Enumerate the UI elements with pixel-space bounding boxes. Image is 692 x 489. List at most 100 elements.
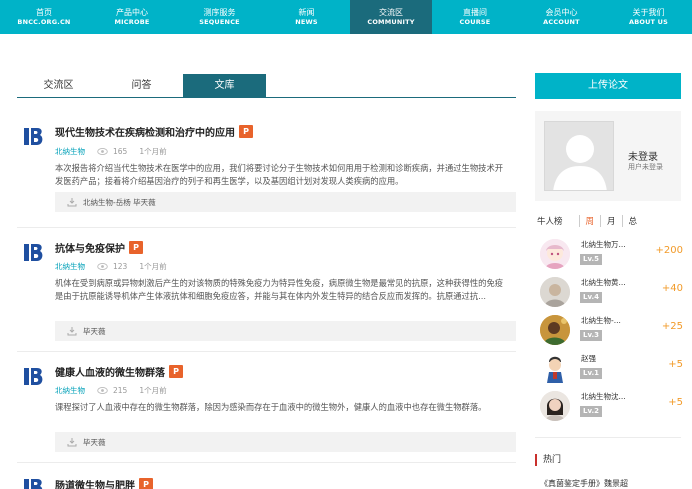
article-title-row: 健康人血液的微生物群落 P [55,364,183,379]
article-meta: 北纳生物 165 1个月前 [55,146,167,157]
ppt-file-icon: P [239,125,253,138]
article-meta: 北纳生物 123 1个月前 [55,261,167,272]
article-time: 1个月前 [139,386,167,395]
nav-item-sequence[interactable]: 测序服务 SEQUENCE [176,0,263,34]
avatar[interactable] [544,121,614,191]
ranking-user-name[interactable]: 北纳生物万... [581,239,626,250]
avatar[interactable] [540,315,570,345]
tab-library[interactable]: 文库 [183,74,266,97]
nav-item-home[interactable]: 首页 BNCC.ORG.CN [0,0,88,34]
nav-item-label: 产品中心 [116,7,148,17]
avatar[interactable] [540,239,570,269]
article-item[interactable]: 肠道微生物与肥胖 P [17,463,516,489]
ranking-row[interactable]: 北纳生物黄... Lv.4 +40 [540,275,683,315]
article-description: 本次报告将介绍当代生物技术在医学中的应用，我们将要讨论分子生物技术如何用用于检测… [55,163,504,186]
article-item[interactable]: 抗体与免疫保护 P 北纳生物 123 1个月前 机体在受到病原或异物刺激后产生的… [17,228,516,352]
tab-community[interactable]: 交流区 [17,74,100,97]
period-total-tab[interactable]: 总 [621,215,644,227]
ppt-file-icon: P [129,241,143,254]
article-title[interactable]: 现代生物技术在疾病检测和治疗中的应用 [55,124,235,139]
article-authors: 毕天薇 [83,437,106,447]
login-status[interactable]: 未登录 [628,148,658,163]
ranking-row[interactable]: 北纳生物-... Lv.3 +25 [540,313,683,353]
ppt-file-icon: P [139,478,153,489]
photo-avatar-icon [540,391,570,421]
article-category[interactable]: 北纳生物 [55,261,85,272]
nav-item-sublabel: ACCOUNT [543,17,580,26]
hot-item-link[interactable]: 《真菌鉴定手册》魏景超 [540,478,628,489]
level-badge: Lv.2 [580,406,602,417]
ranking-user-name[interactable]: 北纳生物黄... [581,277,626,288]
ranking-user-name[interactable]: 赵强 [581,353,596,364]
tab-qa[interactable]: 问答 [100,74,183,97]
nav-item-label: 交流区 [379,7,403,17]
article-title-row: 抗体与免疫保护 P [55,240,143,255]
nav-item-account[interactable]: 会员中心 ACCOUNT [518,0,605,34]
article-description: 课程探讨了人血液中存在的微生物群落，除因为感染而存在于血液中的微生物外，健康人的… [55,402,487,412]
period-month-tab[interactable]: 月 [600,215,622,227]
article-authors: 毕天薇 [83,326,106,336]
ranking-row[interactable]: 赵强 Lv.1 +5 [540,351,683,391]
nav-item-sublabel: ABOUT US [628,17,669,26]
nav-item-microbe[interactable]: 产品中心 MICROBE [88,0,176,34]
ppt-file-icon: P [169,365,183,378]
nav-item-sublabel: MICROBE [114,17,150,26]
article-title[interactable]: 抗体与免疫保护 [55,240,125,255]
photo-avatar-icon [540,315,570,345]
nav-item-label: 会员中心 [545,7,578,17]
article-title[interactable]: 健康人血液的微生物群落 [55,364,165,379]
ranking-row[interactable]: 北纳生物万... Lv.5 +200 [540,237,683,277]
ranking-points: +200 [655,245,683,256]
hot-section-title: 热门 [535,454,561,466]
ranking-points: +5 [668,359,683,370]
article-item[interactable]: 健康人血液的微生物群落 P 北纳生物 215 1个月前 课程探讨了人血液中存在的… [17,352,516,463]
ranking-points: +5 [668,397,683,408]
nav-item-news[interactable]: 新闻 NEWS [263,0,350,34]
bncc-logo-icon [24,479,43,489]
upload-paper-button[interactable]: 上传论文 [535,73,681,99]
ranking-title: 牛人榜 [537,217,563,227]
profile-card: 未登录 用户未登录 [535,111,681,201]
nav-item-label: 测序服务 [203,7,236,17]
nav-item-sublabel: COMMUNITY [367,17,415,26]
nav-item-course[interactable]: 直播间 COURSE [432,0,518,34]
level-badge: Lv.1 [580,368,602,379]
view-count: 123 [113,262,128,271]
anime-avatar-icon [540,239,570,269]
divider [535,437,681,438]
top-nav: 首页 BNCC.ORG.CN 产品中心 MICROBE 测序服务 SEQUENC… [0,0,692,34]
avatar[interactable] [540,391,570,421]
bncc-logo-icon [23,125,45,147]
content-tabs: 交流区 问答 文库 [17,74,516,98]
ranking-user-name[interactable]: 北纳生物沈... [581,391,626,402]
bncc-logo-icon [24,368,43,385]
ranking-points: +25 [661,321,683,332]
photo-avatar-icon [540,277,570,307]
article-title[interactable]: 肠道微生物与肥胖 [55,477,135,489]
article-item[interactable]: 现代生物技术在疾病检测和治疗中的应用 P 北纳生物 165 1个月前 本次报告将… [17,112,516,228]
article-title-row: 现代生物技术在疾病检测和治疗中的应用 P [55,124,253,139]
nav-item-about[interactable]: 关于我们 ABOUT US [605,0,692,34]
view-count: 165 [113,147,128,156]
article-list: 现代生物技术在疾病检测和治疗中的应用 P 北纳生物 165 1个月前 本次报告将… [17,112,516,489]
period-week-tab[interactable]: 周 [578,215,601,227]
ranking-user-name[interactable]: 北纳生物-... [581,315,621,326]
cartoon-avatar-icon [540,353,570,383]
download-icon[interactable] [67,197,77,207]
ranking-row[interactable]: 北纳生物沈... Lv.2 +5 [540,389,683,429]
article-meta: 北纳生物 215 1个月前 [55,385,167,396]
download-icon[interactable] [67,326,77,336]
nav-item-label: 新闻 [298,7,315,17]
download-icon[interactable] [67,437,77,447]
article-time: 1个月前 [139,147,167,156]
avatar[interactable] [540,353,570,383]
ranking-points: +40 [661,283,683,294]
avatar[interactable] [540,277,570,307]
article-category[interactable]: 北纳生物 [55,385,85,396]
ranking-header: 牛人榜 周 月 总 [537,215,681,227]
level-badge: Lv.3 [580,330,602,341]
level-badge: Lv.4 [580,292,602,303]
nav-item-community[interactable]: 交流区 COMMUNITY [350,0,432,34]
nav-item-label: 关于我们 [632,7,665,17]
article-category[interactable]: 北纳生物 [55,146,85,157]
